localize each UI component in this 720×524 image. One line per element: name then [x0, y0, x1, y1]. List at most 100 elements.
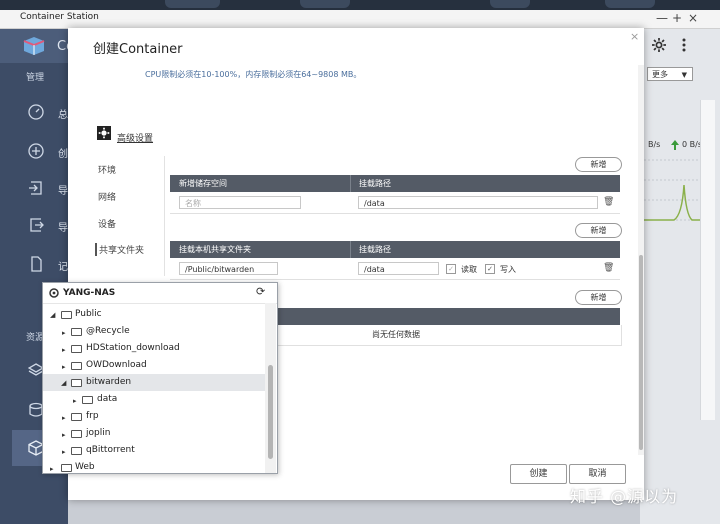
tree-node-owdownload[interactable]: OWDownload — [86, 360, 147, 370]
tree-node-qbittorrent[interactable]: qBittorrent — [86, 445, 135, 455]
side-tab-device[interactable]: 设备 — [98, 217, 116, 230]
export-icon[interactable] — [28, 217, 44, 233]
tree-node-frp[interactable]: frp — [86, 411, 99, 421]
folder-icon — [71, 379, 82, 387]
collapsed-arrow-icon[interactable]: ▸ — [62, 329, 66, 337]
refresh-icon[interactable]: ⟳ — [256, 285, 265, 298]
right-panel-scrollbar[interactable] — [700, 100, 715, 420]
nav-item-label: 记 — [58, 262, 68, 273]
side-tab-network[interactable]: 网络 — [98, 190, 116, 203]
folder-icon — [71, 345, 82, 353]
collapsed-arrow-icon[interactable]: ▸ — [62, 363, 66, 371]
table-row: /Public/bitwarden /data ✓ 读取 ✓ 写入 🗑 — [170, 258, 620, 280]
write-label: 写入 — [500, 265, 516, 274]
dialog-title: 创建Container — [93, 42, 183, 57]
tree-node-recycle[interactable]: @Recycle — [86, 326, 130, 336]
dialog-scrollbar-thumb[interactable] — [639, 255, 643, 450]
column-header: 挂载路径 — [359, 245, 391, 254]
expanded-arrow-icon[interactable]: ◢ — [50, 311, 55, 319]
collapsed-arrow-icon[interactable]: ▸ — [62, 431, 66, 439]
minimize-button[interactable]: — — [656, 11, 668, 25]
network-chart — [644, 159, 704, 221]
add-button[interactable]: 新增 — [575, 290, 622, 305]
folder-icon — [82, 396, 93, 404]
mount-path-input[interactable]: /data — [358, 196, 598, 209]
folder-icon — [71, 362, 82, 370]
advanced-settings-link[interactable]: 高级设置 — [117, 131, 153, 144]
dropdown-arrow-icon: ▼ — [681, 71, 687, 79]
tree-node-hdstation[interactable]: HDStation_download — [86, 343, 180, 353]
more-dropdown[interactable]: 更多 ▼ — [647, 67, 693, 81]
tree-node-joplin[interactable]: joplin — [86, 428, 110, 438]
watermark: 知乎 @源以为 — [570, 487, 679, 506]
volume-name-input[interactable]: 名称 — [179, 196, 301, 209]
tree-node-web[interactable]: Web — [75, 462, 95, 472]
gear-icon[interactable] — [652, 38, 666, 52]
expanded-arrow-icon[interactable]: ◢ — [61, 379, 66, 387]
folder-icon — [61, 464, 72, 472]
import-icon[interactable] — [28, 180, 44, 196]
folder-icon — [61, 311, 72, 319]
column-divider — [350, 175, 351, 192]
nav-section-manage: 管理 — [26, 73, 45, 83]
rate-upload: 0 B/s — [682, 140, 702, 149]
side-tab-shared-folder[interactable]: 共享文件夹 — [95, 243, 144, 256]
folder-icon — [71, 447, 82, 455]
document-icon[interactable] — [28, 256, 44, 272]
top-pill — [165, 0, 220, 8]
folder-tree-popup: YANG-NAS ⟳ ◢ Public ▸ @Recycle ▸ HDStati… — [42, 282, 278, 474]
shared-folder-table-header: 挂载本机共享文件夹 挂载路径 — [170, 241, 620, 258]
empty-row — [265, 325, 622, 346]
tree-node-data[interactable]: data — [97, 394, 117, 404]
top-pill — [605, 0, 655, 8]
trash-icon[interactable]: 🗑 — [603, 263, 614, 273]
plus-circle-icon[interactable] — [28, 143, 44, 159]
collapsed-arrow-icon[interactable]: ▸ — [73, 397, 77, 405]
side-tab-environment[interactable]: 环境 — [98, 163, 116, 176]
collapsed-arrow-icon[interactable]: ▸ — [50, 465, 54, 473]
nav-item-label: 创 — [58, 149, 68, 160]
nav-item-label: 导 — [58, 223, 68, 234]
nas-icon — [49, 288, 59, 298]
read-label: 读取 — [461, 265, 477, 274]
window-title: Container Station — [20, 12, 99, 22]
close-window-button[interactable]: × — [688, 11, 698, 25]
add-storage-button[interactable]: 新增 — [575, 157, 622, 172]
empty-table-text: 尚无任何数据 — [372, 330, 420, 339]
nav-item-label: 总 — [58, 110, 68, 121]
cpu-memory-note: CPU限制必须在10-100%，内存限制必须在64~9808 MB。 — [145, 70, 362, 79]
cancel-button[interactable]: 取消 — [569, 464, 626, 484]
create-button[interactable]: 创建 — [510, 464, 567, 484]
dialog-close-button[interactable]: × — [630, 30, 639, 43]
collapsed-arrow-icon[interactable]: ▸ — [62, 448, 66, 456]
speedometer-icon[interactable] — [28, 104, 44, 120]
arrow-up-icon — [671, 140, 679, 150]
top-pill — [490, 0, 530, 8]
maximize-button[interactable]: + — [672, 11, 682, 25]
tree-scrollbar-thumb[interactable] — [268, 365, 273, 459]
column-header: 新增储存空间 — [179, 179, 227, 188]
write-checkbox[interactable]: ✓ — [485, 264, 495, 274]
add-shared-folder-button[interactable]: 新增 — [575, 223, 622, 238]
storage-table-header: 新增储存空间 挂载路径 — [170, 175, 620, 192]
tree-root-label: YANG-NAS — [63, 288, 116, 298]
top-pill — [300, 0, 350, 8]
collapsed-arrow-icon[interactable]: ▸ — [62, 414, 66, 422]
host-folder-input[interactable]: /Public/bitwarden — [179, 262, 278, 275]
tree-node-public[interactable]: Public — [75, 309, 102, 319]
mount-path-input[interactable]: /data — [358, 262, 439, 275]
folder-icon — [71, 413, 82, 421]
tree-node-bitwarden[interactable]: bitwarden — [86, 377, 131, 387]
trash-icon[interactable]: 🗑 — [603, 197, 614, 207]
table-row: 名称 /data 🗑 — [170, 192, 620, 214]
read-checkbox[interactable]: ✓ — [446, 264, 456, 274]
column-header: 挂载本机共享文件夹 — [179, 245, 251, 254]
column-header: 挂载路径 — [359, 179, 391, 188]
container-station-logo-icon — [23, 37, 45, 55]
folder-icon — [71, 430, 82, 438]
vertical-dots-icon[interactable] — [681, 38, 687, 52]
folder-icon — [71, 328, 82, 336]
nav-item-label: 导 — [58, 186, 68, 197]
collapsed-arrow-icon[interactable]: ▸ — [62, 346, 66, 354]
gear-icon — [97, 126, 111, 140]
